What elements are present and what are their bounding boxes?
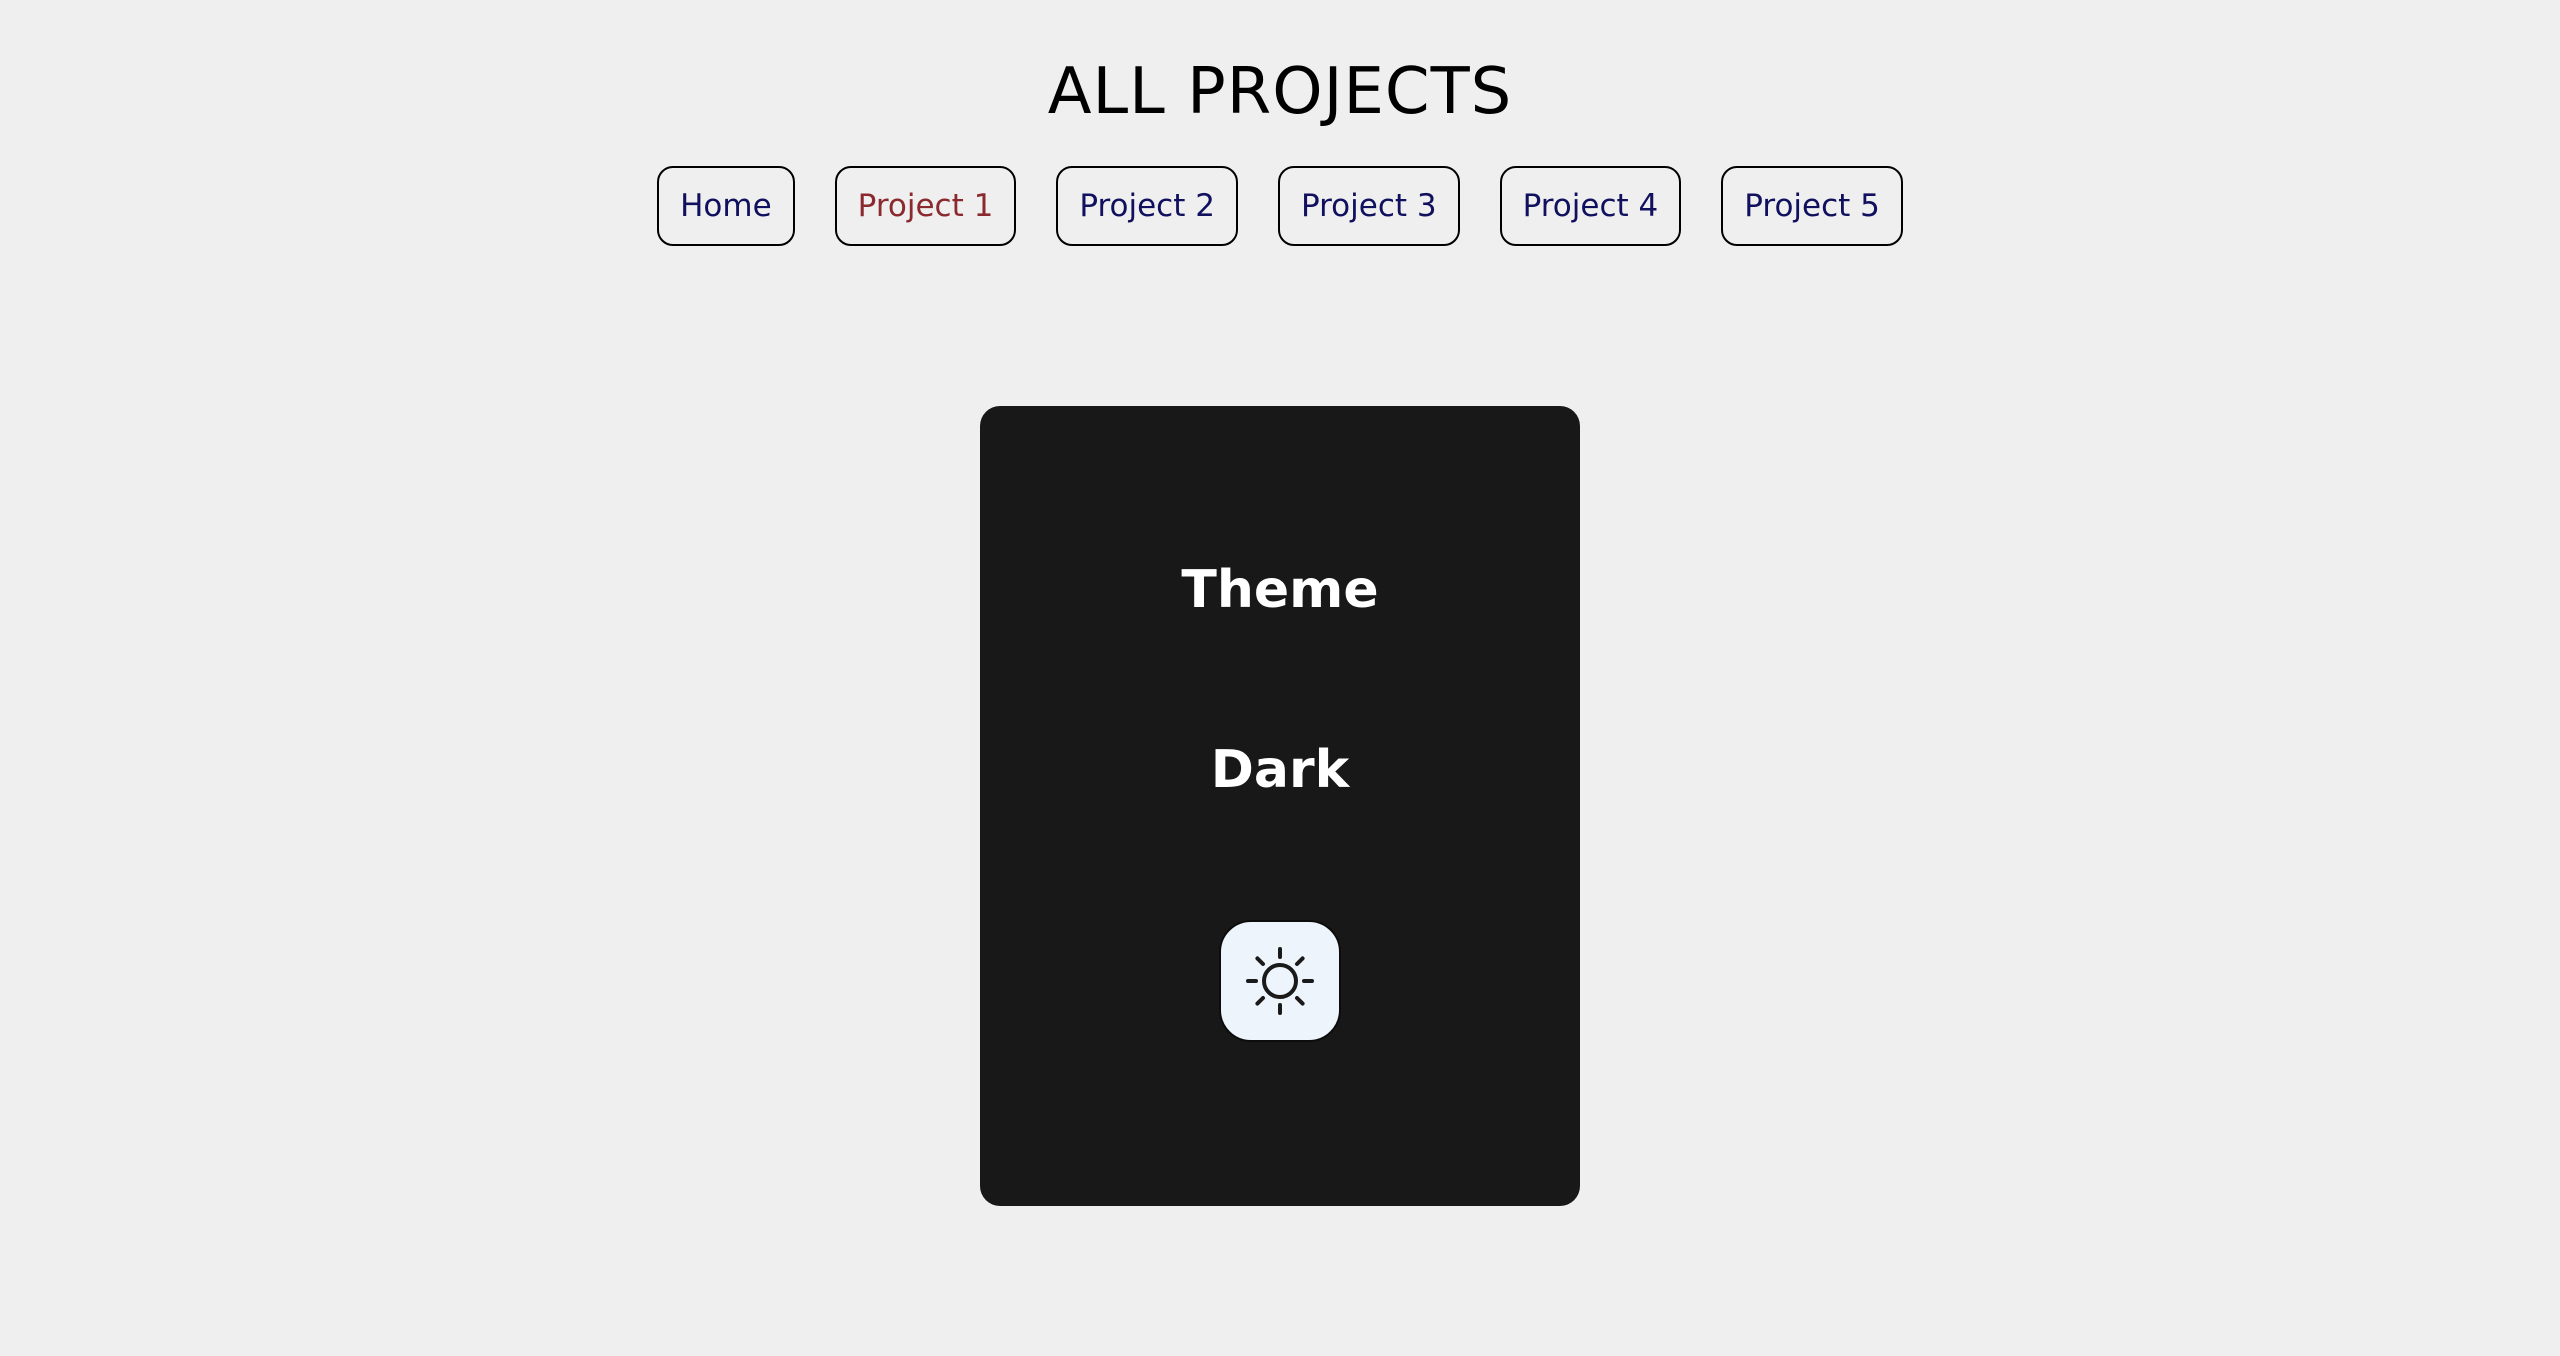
nav-project-1-button[interactable]: Project 1 (834, 166, 1017, 246)
project-nav: Home Project 1 Project 2 Project 3 Proje… (0, 166, 2560, 246)
page-title: ALL PROJECTS (1047, 55, 1513, 129)
nav-project-3-button[interactable]: Project 3 (1277, 166, 1460, 246)
theme-mode-label: Dark (1210, 740, 1350, 800)
theme-heading: Theme (1181, 560, 1379, 620)
nav-home-button[interactable]: Home (657, 166, 795, 246)
nav-project-5-button[interactable]: Project 5 (1721, 166, 1903, 246)
theme-card: Theme Dark (980, 406, 1580, 1206)
sun-icon (1246, 947, 1314, 1015)
nav-project-4-button[interactable]: Project 4 (1499, 166, 1682, 246)
nav-project-2-button[interactable]: Project 2 (1056, 166, 1238, 246)
theme-toggle-button[interactable] (1219, 920, 1341, 1042)
